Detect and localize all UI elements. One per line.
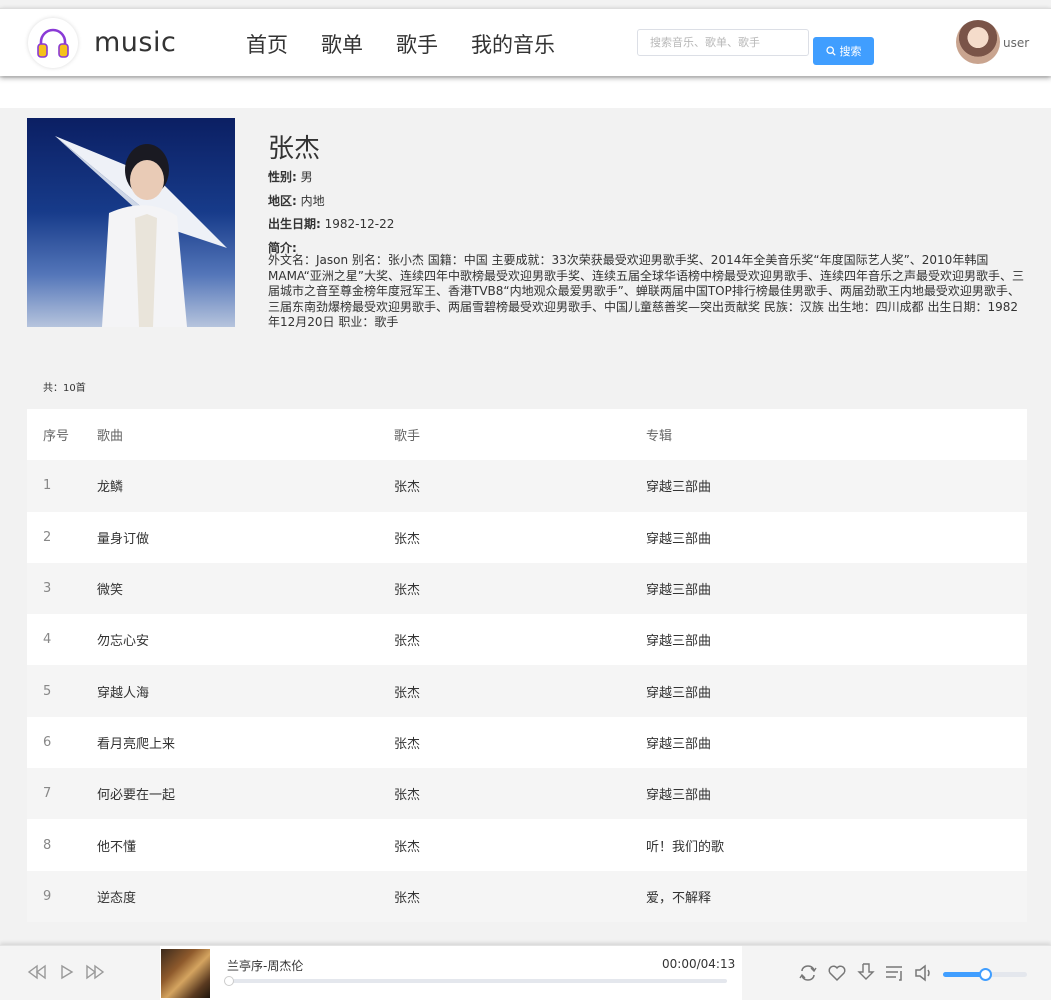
user-name[interactable]: user xyxy=(1003,36,1029,50)
singer-birth: 出生日期: 1982-12-22 xyxy=(268,217,395,231)
headphones-icon xyxy=(37,28,69,58)
table-row[interactable]: 3 微笑 张杰 穿越三部曲 xyxy=(27,562,1027,615)
search-button[interactable]: 搜索 xyxy=(813,37,874,65)
song-title[interactable]: 他不懂 xyxy=(97,836,136,855)
song-album[interactable]: 穿越三部曲 xyxy=(646,579,711,598)
song-title[interactable]: 量身订做 xyxy=(97,528,149,547)
header-index: 序号 xyxy=(43,429,70,445)
song-album[interactable]: 听！我们的歌 xyxy=(646,836,724,855)
header-title: 歌曲 xyxy=(97,429,124,445)
song-singer[interactable]: 张杰 xyxy=(394,682,420,701)
search-icon xyxy=(825,46,836,56)
song-index: 9 xyxy=(43,888,52,904)
table-header: 序号 歌曲 歌手 专辑 xyxy=(27,409,1027,461)
heart-icon[interactable] xyxy=(827,963,847,983)
song-album[interactable]: 穿越三部曲 xyxy=(646,784,711,803)
table-row[interactable]: 5 穿越人海 张杰 穿越三部曲 xyxy=(27,665,1027,717)
song-title[interactable]: 逆态度 xyxy=(97,887,136,906)
song-singer[interactable]: 张杰 xyxy=(394,528,420,547)
song-index: 8 xyxy=(43,837,52,853)
header-album: 专辑 xyxy=(646,429,673,445)
song-album[interactable]: 穿越三部曲 xyxy=(646,476,711,495)
nav-singers[interactable]: 歌手 xyxy=(396,29,438,59)
logo-text: music xyxy=(94,27,177,58)
singer-name: 张杰 xyxy=(268,134,321,164)
progress-knob[interactable] xyxy=(224,976,234,986)
volume-icon[interactable] xyxy=(914,963,936,983)
song-index: 6 xyxy=(43,734,52,750)
song-album[interactable]: 爱，不解释 xyxy=(646,887,711,906)
song-index: 2 xyxy=(43,529,52,545)
song-index: 3 xyxy=(43,581,52,597)
play-icon[interactable] xyxy=(60,964,74,980)
song-album[interactable]: 穿越三部曲 xyxy=(646,630,711,649)
player-controls xyxy=(0,946,160,1000)
nav-my-music[interactable]: 我的音乐 xyxy=(471,29,555,59)
table-row[interactable]: 1 龙鳞 张杰 穿越三部曲 xyxy=(27,460,1027,512)
table-row[interactable]: 8 他不懂 张杰 听！我们的歌 xyxy=(27,819,1027,871)
song-title[interactable]: 龙鳞 xyxy=(97,476,123,495)
song-index: 7 xyxy=(43,786,52,802)
now-playing-title: 兰亭序-周杰伦 xyxy=(227,959,304,973)
player-bar: 兰亭序-周杰伦 00:00/04:13 xyxy=(0,945,1051,1000)
singer-photo xyxy=(27,118,235,327)
song-singer[interactable]: 张杰 xyxy=(394,733,420,752)
song-singer[interactable]: 张杰 xyxy=(394,579,420,598)
playback-time: 00:00/04:13 xyxy=(662,957,736,971)
nav-home[interactable]: 首页 xyxy=(246,29,288,59)
progress-bar[interactable] xyxy=(224,976,727,986)
song-title[interactable]: 勿忘心安 xyxy=(97,630,149,649)
table-row[interactable]: 4 勿忘心安 张杰 穿越三部曲 xyxy=(27,614,1027,666)
song-album[interactable]: 穿越三部曲 xyxy=(646,733,711,752)
song-singer[interactable]: 张杰 xyxy=(394,836,420,855)
table-row[interactable]: 7 何必要在一起 张杰 穿越三部曲 xyxy=(27,768,1027,820)
singer-region: 地区: 内地 xyxy=(268,194,325,208)
download-icon[interactable] xyxy=(856,962,876,982)
table-row[interactable]: 2 量身订做 张杰 穿越三部曲 xyxy=(27,511,1027,563)
search-button-label: 搜索 xyxy=(839,45,862,58)
nav-playlists[interactable]: 歌单 xyxy=(321,29,363,59)
song-title[interactable]: 看月亮爬上来 xyxy=(97,733,175,752)
header-singer: 歌手 xyxy=(394,429,421,445)
next-icon[interactable] xyxy=(85,964,105,980)
song-index: 4 xyxy=(43,632,52,648)
song-title[interactable]: 微笑 xyxy=(97,579,123,598)
volume-slider[interactable] xyxy=(943,968,1027,981)
song-album[interactable]: 穿越三部曲 xyxy=(646,682,711,701)
song-singer[interactable]: 张杰 xyxy=(394,630,420,649)
album-cover xyxy=(161,949,210,998)
avatar[interactable] xyxy=(956,20,1000,64)
search-input[interactable] xyxy=(637,29,809,56)
song-singer[interactable]: 张杰 xyxy=(394,784,420,803)
song-index: 1 xyxy=(43,478,52,494)
song-index: 5 xyxy=(43,683,52,699)
header-spacer xyxy=(0,78,1051,108)
top-header: music 首页 歌单 歌手 我的音乐 搜索 user xyxy=(0,8,1051,76)
table-row[interactable]: 6 看月亮爬上来 张杰 穿越三部曲 xyxy=(27,716,1027,769)
singer-intro: 外文名：Jason 别名：张小杰 国籍：中国 主要成就：33次荣获最受欢迎男歌手… xyxy=(268,253,1025,329)
previous-icon[interactable] xyxy=(27,964,47,980)
table-row[interactable]: 9 逆态度 张杰 爱，不解释 xyxy=(27,870,1027,922)
song-album[interactable]: 穿越三部曲 xyxy=(646,528,711,547)
logo[interactable] xyxy=(28,18,78,68)
song-singer[interactable]: 张杰 xyxy=(394,476,420,495)
song-count: 共：10首 xyxy=(43,383,86,394)
loop-icon[interactable] xyxy=(798,963,818,983)
song-table: 序号 歌曲 歌手 专辑 1 龙鳞 张杰 穿越三部曲 2 量身订做 张杰 穿越三部曲 3 微笑 张杰穿… xyxy=(27,409,1027,922)
song-singer[interactable]: 张杰 xyxy=(394,887,420,906)
song-title[interactable]: 穿越人海 xyxy=(97,682,149,701)
song-title[interactable]: 何必要在一起 xyxy=(97,784,175,803)
playlist-icon[interactable] xyxy=(884,963,906,983)
volume-knob[interactable] xyxy=(979,968,992,981)
singer-gender: 性别: 男 xyxy=(268,170,313,184)
